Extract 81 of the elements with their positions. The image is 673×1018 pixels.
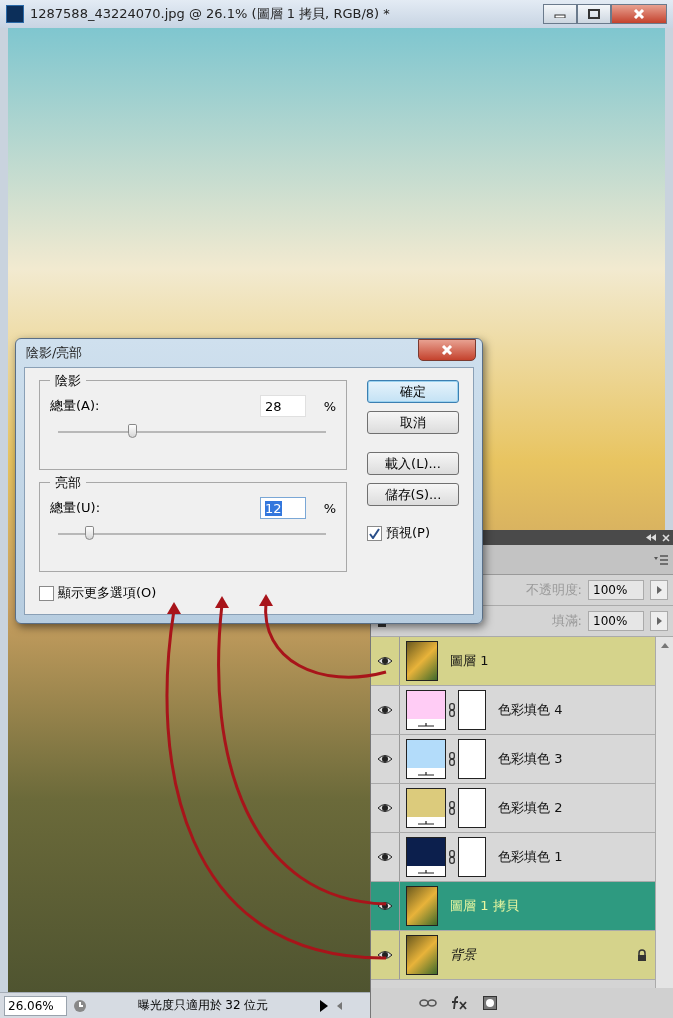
close-icon[interactable] (662, 533, 670, 542)
scroll-up-icon[interactable] (661, 643, 669, 648)
layer-thumbnail (406, 886, 438, 926)
chain-link-icon (449, 752, 455, 766)
status-info: 曝光度只適用於 32 位元 (136, 997, 270, 1014)
layer-row[interactable]: 背景 (371, 931, 655, 980)
layer-row[interactable]: 色彩填色 4 (371, 686, 655, 735)
minimize-button[interactable] (543, 4, 577, 24)
layer-row[interactable]: 色彩填色 1 (371, 833, 655, 882)
layer-row[interactable]: 圖層 1 (371, 637, 655, 686)
dialog-close-button[interactable] (418, 339, 476, 361)
layer-name: 背景 (450, 946, 476, 964)
eye-icon[interactable] (377, 656, 393, 666)
scrollbar[interactable] (655, 637, 673, 988)
eye-icon[interactable] (377, 754, 393, 764)
play-icon[interactable] (319, 999, 329, 1012)
chain-link-icon (449, 801, 455, 815)
unit-label: % (322, 398, 336, 414)
amount-field[interactable]: 12 (260, 497, 306, 519)
eye-icon[interactable] (377, 803, 393, 813)
triangle-icon (656, 617, 662, 625)
eye-icon[interactable] (377, 852, 393, 862)
check-icon (369, 527, 380, 539)
dialog-button[interactable]: 載入(L)... (367, 452, 459, 475)
layer-thumbnail (406, 641, 438, 681)
unit-label: % (322, 500, 336, 516)
mask-thumbnail (458, 739, 486, 779)
field-label: 總量(A): (50, 397, 101, 415)
amount-field[interactable]: 28 (260, 395, 306, 417)
scroll-left-icon[interactable] (335, 1000, 343, 1011)
maximize-icon (588, 9, 600, 19)
chain-link-icon (449, 850, 455, 864)
close-icon (633, 9, 645, 19)
checkbox-label: 顯示更多選項(O) (58, 584, 157, 602)
more-options-checkbox[interactable] (39, 585, 54, 601)
stepper-button[interactable] (650, 580, 668, 600)
menu-icon[interactable] (654, 554, 668, 565)
fill-symbol-icon (418, 721, 434, 727)
eye-icon[interactable] (377, 950, 393, 960)
layer-name: 圖層 1 拷貝 (450, 897, 519, 915)
close-button[interactable] (611, 4, 667, 24)
mask-icon[interactable] (483, 996, 497, 1010)
dialog-button[interactable]: 確定 (367, 380, 459, 403)
window-title: 1287588_43224070.jpg @ 26.1% (圖層 1 拷貝, RGB/8) * (30, 5, 391, 23)
layer-name: 色彩填色 2 (498, 799, 563, 817)
layer-name: 色彩填色 3 (498, 750, 563, 768)
fill-symbol-icon (418, 770, 434, 776)
close-icon (441, 345, 453, 355)
layer-name: 色彩填色 4 (498, 701, 563, 719)
checkbox-label: 預視(P) (386, 524, 430, 542)
eye-icon[interactable] (377, 705, 393, 715)
layer-name: 圖層 1 (450, 652, 489, 670)
mask-thumbnail (458, 690, 486, 730)
mask-thumbnail (458, 788, 486, 828)
refresh-icon[interactable] (73, 998, 87, 1013)
eye-icon[interactable] (377, 901, 393, 911)
layer-name: 色彩填色 1 (498, 848, 563, 866)
layer-row[interactable]: 色彩填色 2 (371, 784, 655, 833)
stepper-button[interactable] (650, 611, 668, 631)
slider-thumb[interactable] (85, 526, 95, 540)
dialog-button[interactable]: 取消 (367, 411, 459, 434)
field-label: 總量(U): (50, 499, 102, 517)
maximize-button[interactable] (577, 4, 611, 24)
group-title: 亮部 (50, 474, 86, 492)
fill-symbol-icon (418, 868, 434, 874)
slider-thumb[interactable] (128, 424, 138, 438)
dialog-button[interactable]: 儲存(S)... (367, 483, 459, 506)
triangle-icon (656, 586, 662, 594)
zoom-field[interactable]: 26.06% (4, 995, 67, 1016)
link-icon[interactable] (419, 998, 437, 1008)
layer-thumbnail (406, 935, 438, 975)
layer-row[interactable]: 色彩填色 3 (371, 735, 655, 784)
group-title: 陰影 (50, 372, 86, 390)
mask-thumbnail (458, 837, 486, 877)
collapse-icon[interactable] (646, 534, 656, 541)
dialog-title: 陰影/亮部 (26, 344, 83, 362)
preview-checkbox[interactable] (367, 525, 382, 541)
fx-icon[interactable] (451, 996, 469, 1010)
app-icon (6, 5, 24, 23)
chain-link-icon (449, 703, 455, 717)
fill-symbol-icon (418, 819, 434, 825)
